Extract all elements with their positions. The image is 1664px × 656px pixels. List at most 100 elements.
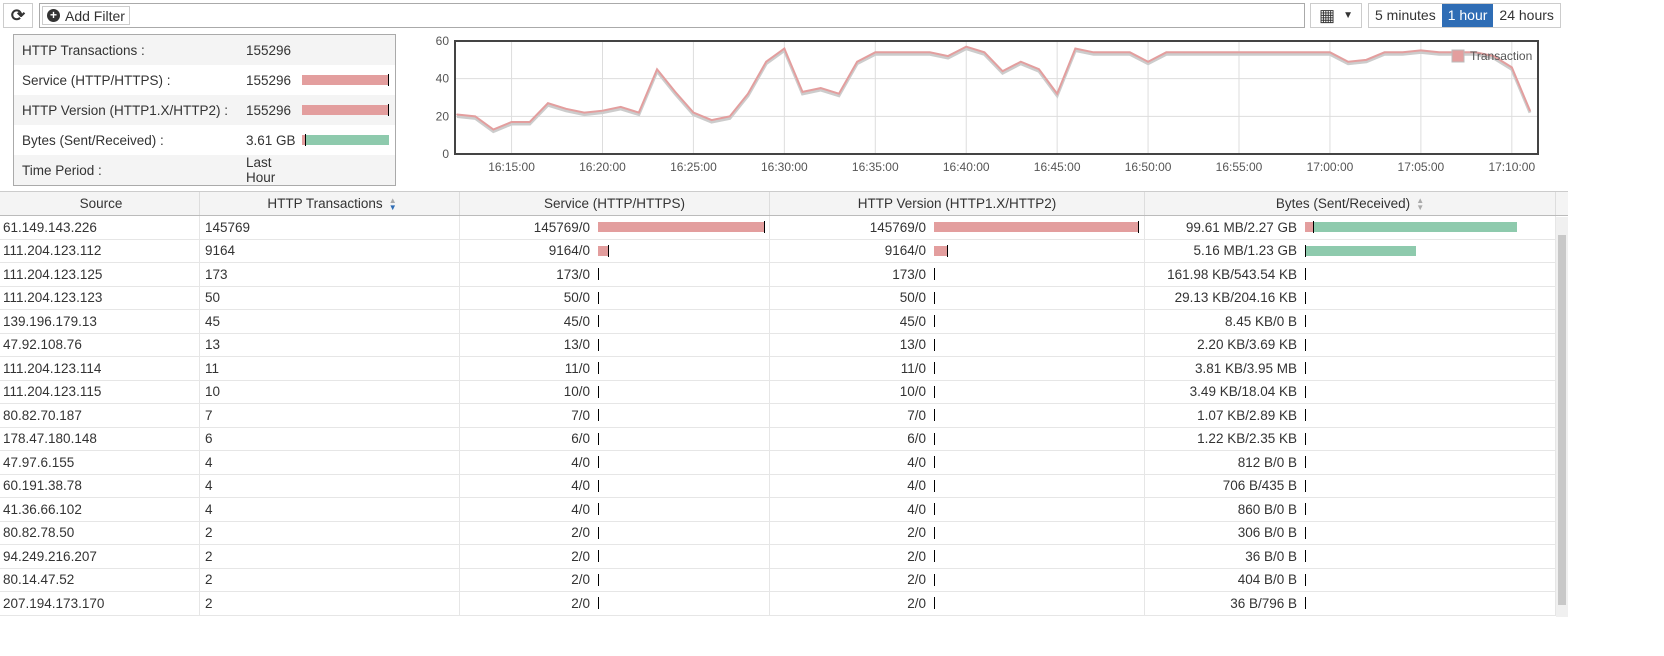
table-row[interactable]: 80.14.47.52 2 2/0 2/0 404 B/0 B [0,568,1568,592]
legend-label: Transaction [1470,49,1532,63]
cell-version: 10/0 [770,380,1145,403]
version-value: 145769/0 [869,219,926,235]
data-point [583,111,586,114]
cell-source: 47.97.6.155 [0,451,200,474]
service-value: 2/0 [571,548,590,564]
bar-divider [598,597,599,610]
add-filter-button[interactable]: + Add Filter [42,6,130,25]
bytes-bar [1305,268,1555,281]
bar [934,362,1144,375]
bar [598,244,769,257]
bar [598,526,769,539]
service-value: 4/0 [571,501,590,517]
table-row[interactable]: 111.204.123.114 11 11/0 11/0 3.81 KB/3.9… [0,357,1568,381]
bar [598,432,769,445]
sort-icon: ▲ ▼ [1416,195,1425,212]
data-point [1147,60,1149,63]
data-point [801,91,804,93]
bar-divider [934,362,935,375]
add-filter-label: Add Filter [65,7,125,24]
header-http-version[interactable]: HTTP Version (HTTP1.X/HTTP2) [770,192,1145,215]
time-option-5-minutes[interactable]: 5 minutes [1369,4,1442,27]
cell-version: 11/0 [770,357,1145,380]
table-row[interactable]: 41.36.66.102 4 4/0 4/0 860 B/0 B [0,498,1568,522]
filter-bar[interactable]: + Add Filter [39,3,1305,28]
cell-transactions: 2 [200,592,460,615]
summary-row: Service (HTTP/HTTPS) : 155296 [14,65,395,95]
vertical-scrollbar[interactable] [1556,217,1568,617]
cell-source: 94.249.216.207 [0,545,200,568]
caret-down-icon: ▼ [1343,10,1353,21]
table-icon: ▦ [1319,5,1336,25]
table-row[interactable]: 61.149.143.226 145769 145769/0 145769/0 … [0,216,1568,240]
view-toggle-button[interactable]: ▦ ▼ [1310,3,1362,28]
cell-service: 45/0 [460,310,770,333]
cell-transactions: 2 [200,568,460,591]
refresh-button[interactable]: ⟳ [3,3,33,28]
summary-value: 155296 [246,72,292,88]
bar-divider [598,268,600,281]
bar [598,409,769,422]
data-point [474,115,476,118]
bytes-value: 8.45 KB/0 B [1224,313,1297,329]
bar-divider [934,409,935,422]
bytes-bar [1305,385,1555,398]
bar-divider [934,456,935,469]
version-value: 13/0 [899,337,926,353]
table-row[interactable]: 139.196.179.13 45 45/0 45/0 8.45 KB/0 B [0,310,1568,334]
table-row[interactable]: 80.82.70.187 7 7/0 7/0 1.07 KB/2.89 KB [0,404,1568,428]
header-service[interactable]: Service (HTTP/HTTPS) [460,192,770,215]
cell-transactions: 4 [200,474,460,497]
x-tick-label: 17:05:00 [1398,160,1445,174]
summary-row: Bytes (Sent/Received) : 3.61 GB [14,125,395,155]
cell-bytes: 161.98 KB/543.54 KB [1145,263,1556,286]
cell-service: 2/0 [460,521,770,544]
cell-version: 6/0 [770,427,1145,450]
bar-divider [934,597,935,610]
cell-service: 50/0 [460,286,770,309]
bar-divider [1305,432,1306,445]
table-row[interactable]: 111.204.123.115 10 10/0 10/0 3.49 KB/18.… [0,380,1568,404]
cell-bytes: 404 B/0 B [1145,568,1556,591]
table-row[interactable]: 207.194.173.170 2 2/0 2/0 36 B/796 B [0,592,1568,616]
table-row[interactable]: 80.82.78.50 2 2/0 2/0 306 B/0 B [0,521,1568,545]
header-bytes[interactable]: Bytes (Sent/Received) ▲ ▼ [1145,192,1556,215]
table-row[interactable]: 111.204.123.125 173 173/0 173/0 161.98 K… [0,263,1568,287]
version-value: 11/0 [900,360,926,376]
bar-divider [1305,409,1306,422]
cell-bytes: 3.81 KB/3.95 MB [1145,357,1556,380]
table-row[interactable]: 111.204.123.112 9164 9164/0 9164/0 5.16 … [0,239,1568,263]
version-value: 4/0 [907,454,926,470]
table-row[interactable]: 94.249.216.207 2 2/0 2/0 36 B/0 B [0,545,1568,569]
time-option-1-hour[interactable]: 1 hour [1441,4,1494,27]
cell-source: 41.36.66.102 [0,498,200,521]
bar-divider [1305,385,1306,398]
bytes-bar [1305,409,1555,422]
bytes-value: 3.81 KB/3.95 MB [1194,360,1297,376]
table-row[interactable]: 47.97.6.155 4 4/0 4/0 812 B/0 B [0,451,1568,475]
header-source[interactable]: Source [0,192,200,215]
cell-source: 80.82.78.50 [0,521,200,544]
bytes-value: 706 B/435 B [1222,478,1297,494]
table-row[interactable]: 178.47.180.148 6 6/0 6/0 1.22 KB/2.35 KB [0,427,1568,451]
table-row[interactable]: 60.191.38.78 4 4/0 4/0 706 B/435 B [0,474,1568,498]
bytes-bar [1305,479,1555,492]
data-point [692,111,695,114]
time-option-24-hours[interactable]: 24 hours [1493,4,1559,27]
cell-source: 178.47.180.148 [0,427,200,450]
table-row[interactable]: 47.92.108.76 13 13/0 13/0 2.20 KB/3.69 K… [0,333,1568,357]
scrollbar-thumb[interactable] [1558,235,1566,605]
bytes-value: 99.61 MB/2.27 GB [1185,219,1297,235]
bar [598,385,769,398]
cell-transactions: 11 [200,357,460,380]
version-value: 9164/0 [884,243,926,259]
bytes-bar [1305,456,1555,469]
cell-bytes: 29.13 KB/204.16 KB [1145,286,1556,309]
bytes-value: 306 B/0 B [1237,525,1297,541]
version-value: 2/0 [907,572,926,588]
bar-divider [598,526,599,539]
header-http-transactions[interactable]: HTTP Transactions ▲ ▼ [200,192,460,215]
cell-bytes: 5.16 MB/1.23 GB [1145,239,1556,262]
table-row[interactable]: 111.204.123.123 50 50/0 50/0 29.13 KB/20… [0,286,1568,310]
bar-divider [934,432,935,445]
